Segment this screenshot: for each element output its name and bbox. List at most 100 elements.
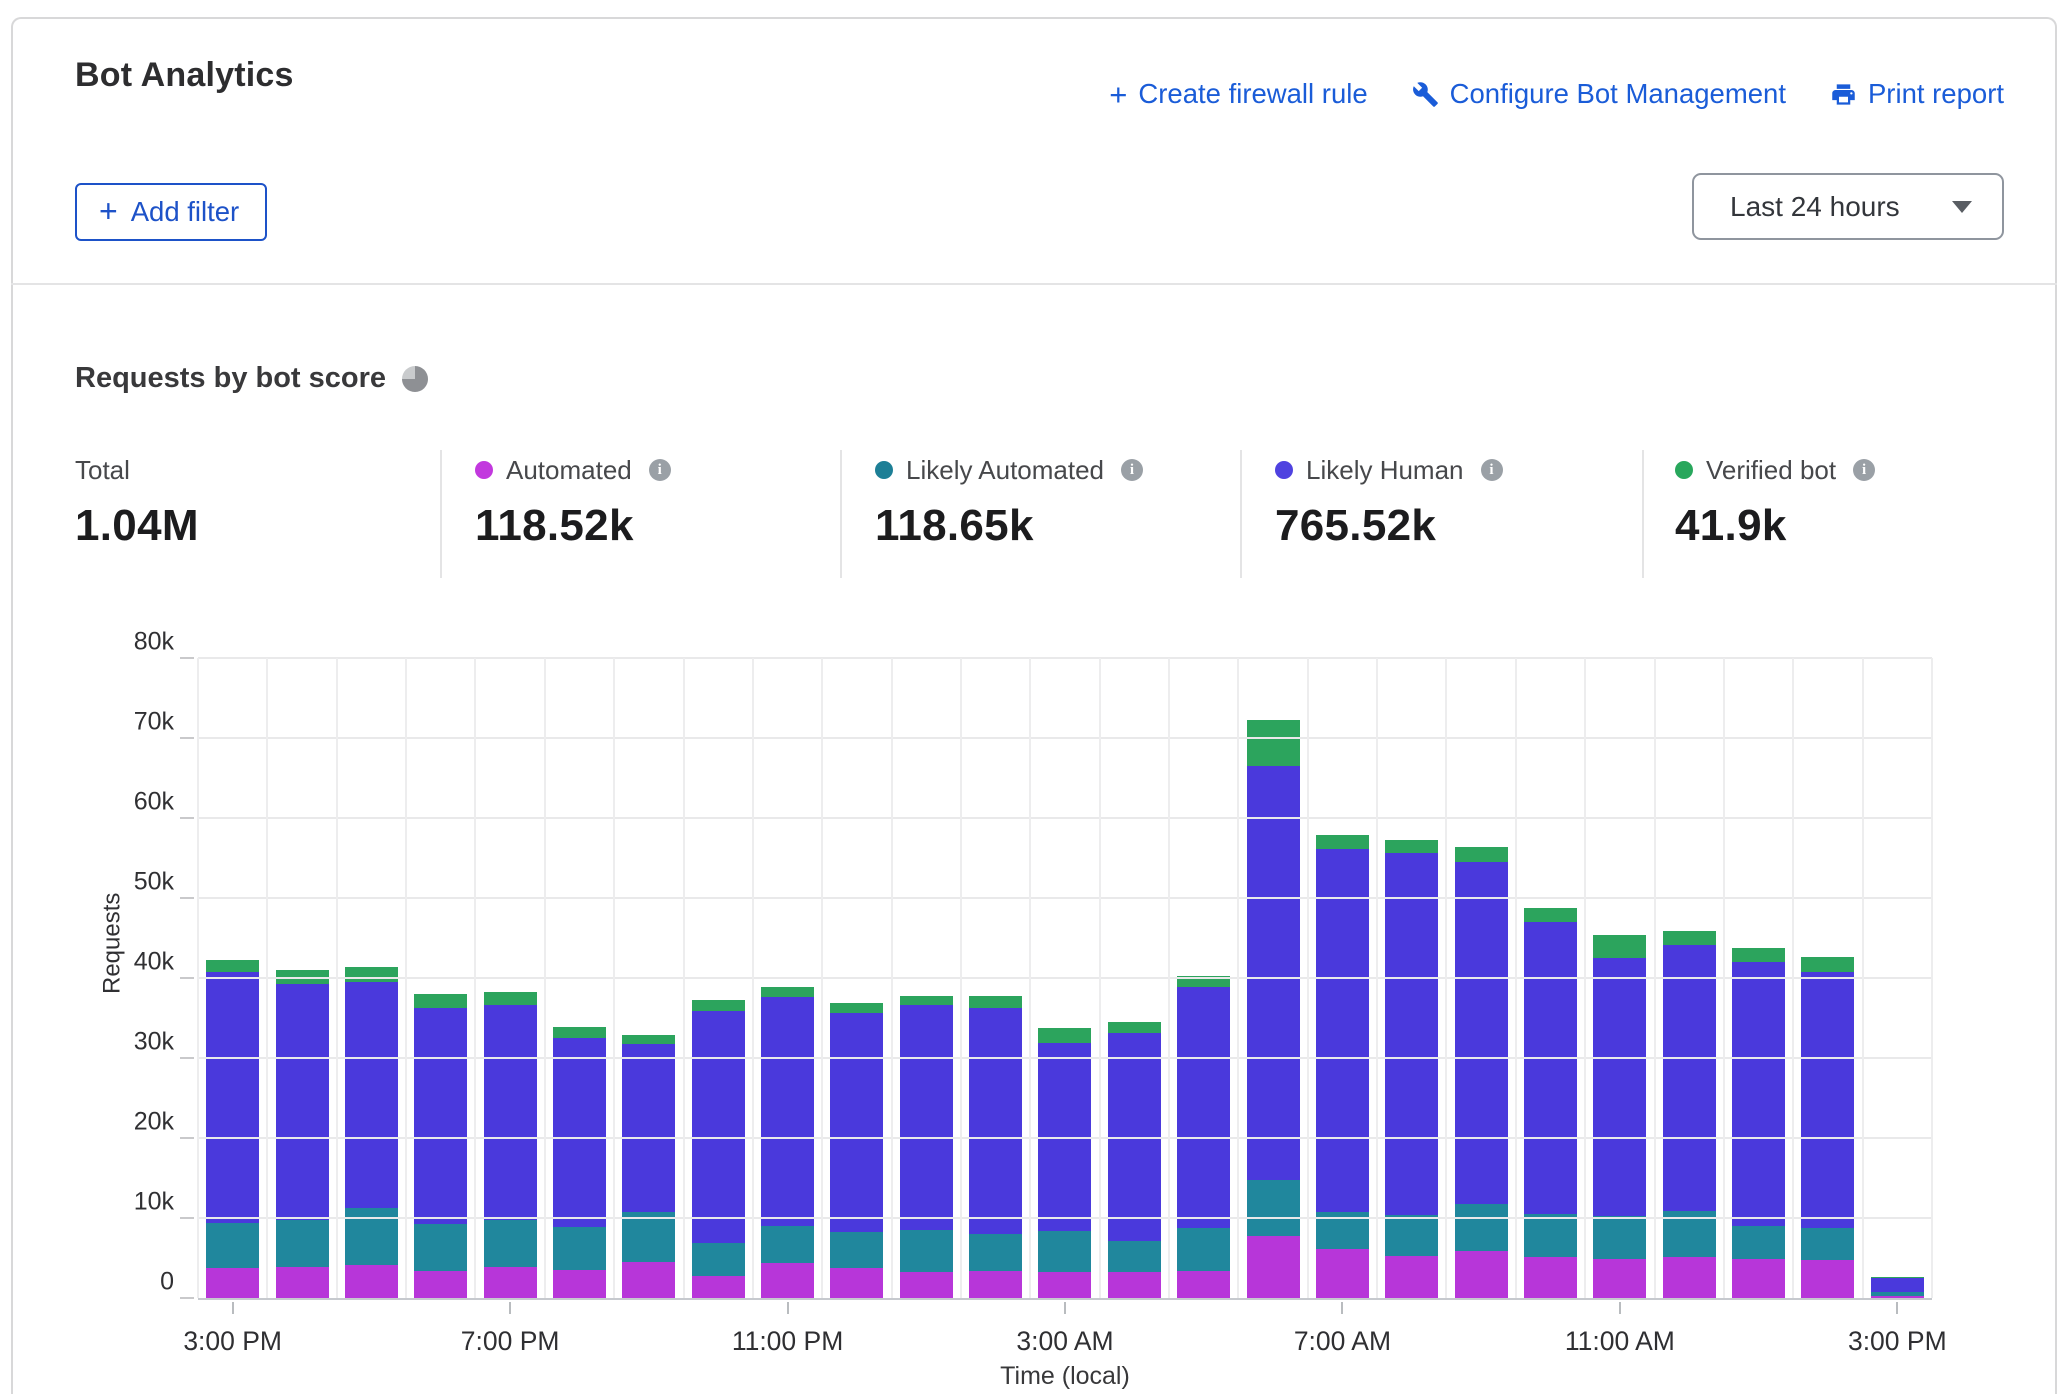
bar-segment[interactable] [1177,1271,1230,1298]
bar-segment[interactable] [622,1035,675,1045]
bar-segment[interactable] [900,1005,953,1230]
bar-segment[interactable] [206,960,259,971]
stacked-bar[interactable] [345,967,398,1298]
stacked-bar[interactable] [1524,908,1577,1298]
bar-segment[interactable] [1871,1278,1924,1292]
stacked-bar[interactable] [830,1003,883,1298]
bar-segment[interactable] [414,1224,467,1270]
bar-segment[interactable] [1593,1259,1646,1298]
bar-segment[interactable] [1663,931,1716,945]
bar-segment[interactable] [1038,1028,1091,1043]
bar-segment[interactable] [1524,1257,1577,1298]
stacked-bar[interactable] [276,970,329,1298]
print-report-link[interactable]: Print report [1830,78,2004,110]
bar-segment[interactable] [553,1270,606,1298]
info-icon[interactable]: i [1853,459,1875,481]
bar-segment[interactable] [1385,853,1438,1215]
bar-segment[interactable] [345,1265,398,1298]
bar-segment[interactable] [206,972,259,1223]
stacked-bar[interactable] [1038,1028,1091,1298]
stacked-bar[interactable] [1593,935,1646,1298]
bar-segment[interactable] [622,1212,675,1262]
bar-segment[interactable] [1663,945,1716,1211]
bar-segment[interactable] [414,1008,467,1225]
stacked-bar[interactable] [1316,835,1369,1298]
bar-segment[interactable] [969,996,1022,1007]
bar-segment[interactable] [1316,1249,1369,1298]
bar-segment[interactable] [1732,1259,1785,1298]
bar-segment[interactable] [1316,835,1369,849]
bar-segment[interactable] [1663,1257,1716,1298]
bar-segment[interactable] [1455,1251,1508,1298]
info-icon[interactable]: i [649,459,671,481]
bar-segment[interactable] [484,1267,537,1298]
bar-segment[interactable] [1801,1260,1854,1298]
bar-segment[interactable] [1385,1215,1438,1257]
stacked-bar[interactable] [1455,847,1508,1298]
bar-segment[interactable] [553,1227,606,1270]
bar-segment[interactable] [761,987,814,997]
bar-segment[interactable] [900,1272,953,1298]
stacked-bar[interactable] [761,987,814,1298]
bar-segment[interactable] [830,1003,883,1013]
stacked-bar[interactable] [553,1027,606,1298]
create-firewall-rule-link[interactable]: + Create firewall rule [1109,78,1367,110]
info-icon[interactable]: i [1121,459,1143,481]
bar-segment[interactable] [484,992,537,1005]
bar-segment[interactable] [1455,862,1508,1204]
stacked-bar[interactable] [1801,957,1854,1298]
bar-segment[interactable] [484,1220,537,1266]
bar-segment[interactable] [692,1000,745,1010]
bar-segment[interactable] [484,1005,537,1220]
bar-segment[interactable] [692,1243,745,1277]
bar-segment[interactable] [206,1223,259,1268]
bar-segment[interactable] [900,996,953,1005]
bar-segment[interactable] [345,967,398,982]
bar-segment[interactable] [1732,1226,1785,1259]
bar-segment[interactable] [1732,948,1785,962]
bar-segment[interactable] [1247,1236,1300,1298]
stacked-bar[interactable] [622,1035,675,1298]
bar-segment[interactable] [1108,1241,1161,1271]
bar-segment[interactable] [969,1008,1022,1234]
bar-segment[interactable] [1524,908,1577,922]
bar-segment[interactable] [830,1268,883,1298]
stacked-bar[interactable] [692,1000,745,1298]
bar-segment[interactable] [1247,766,1300,1180]
bar-segment[interactable] [830,1232,883,1267]
bar-segment[interactable] [1455,1204,1508,1251]
bar-segment[interactable] [1871,1296,1924,1298]
bar-segment[interactable] [830,1013,883,1232]
bar-segment[interactable] [206,1268,259,1298]
bar-segment[interactable] [969,1234,1022,1271]
bar-segment[interactable] [1732,962,1785,1226]
bar-segment[interactable] [1247,720,1300,766]
bar-segment[interactable] [761,1263,814,1298]
bar-segment[interactable] [345,982,398,1208]
bar-segment[interactable] [622,1262,675,1298]
stacked-bar[interactable] [1385,840,1438,1298]
stacked-bar[interactable] [414,994,467,1298]
stacked-bar[interactable] [206,960,259,1298]
bar-segment[interactable] [622,1044,675,1212]
bar-segment[interactable] [1801,1228,1854,1260]
stacked-bar[interactable] [1871,1277,1924,1298]
bar-segment[interactable] [1385,840,1438,854]
bar-segment[interactable] [692,1011,745,1243]
bar-segment[interactable] [761,1226,814,1263]
time-range-dropdown[interactable]: Last 24 hours [1692,173,2004,240]
stacked-bar[interactable] [969,996,1022,1298]
stacked-bar[interactable] [900,996,953,1298]
bar-segment[interactable] [1108,1022,1161,1033]
bar-segment[interactable] [276,984,329,1220]
stacked-bar[interactable] [1108,1022,1161,1298]
bar-segment[interactable] [1593,1216,1646,1258]
bar-segment[interactable] [276,1267,329,1298]
bar-segment[interactable] [553,1038,606,1227]
bar-segment[interactable] [692,1276,745,1298]
info-icon[interactable]: i [1481,459,1503,481]
bar-segment[interactable] [1177,987,1230,1228]
bar-segment[interactable] [553,1027,606,1038]
bar-segment[interactable] [1108,1272,1161,1298]
stacked-bar[interactable] [1247,720,1300,1298]
